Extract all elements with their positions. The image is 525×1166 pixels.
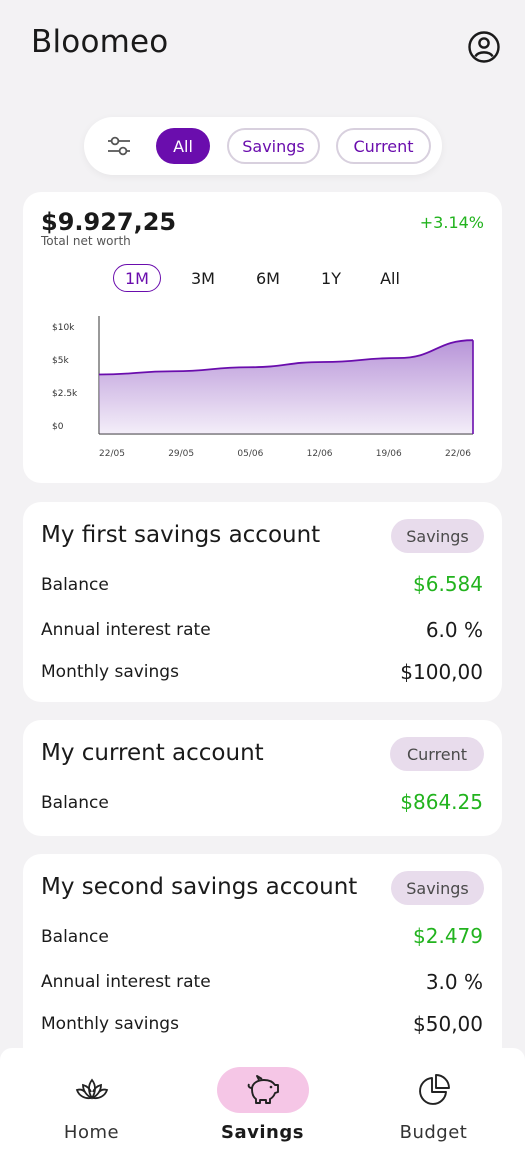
balance-value: $6.584 [413,572,483,596]
chart-x-tick-label: 22/05 [99,449,125,459]
piggy-bank-icon [247,1075,279,1104]
account-filter-bar: All Savings Current [84,117,442,175]
account-name: My second savings account [41,874,358,900]
interest-rate-label: Annual interest rate [41,972,211,992]
interest-rate-value: 3.0 % [425,970,483,994]
balance-label: Balance [41,793,109,813]
range-tab-3m[interactable]: 3M [183,264,223,292]
app-root: Bloomeo All Savings Current $9.927,25 To… [0,0,525,1166]
account-type-badge: Savings [391,519,484,553]
sliders-icon [108,136,130,156]
nav-label-budget: Budget [399,1122,468,1143]
net-worth-change: +3.14% [419,213,484,232]
account-type-badge: Savings [391,871,484,905]
pie-chart-icon [418,1074,450,1105]
net-worth-value: $9.927,25 [41,208,177,236]
range-tab-1m[interactable]: 1M [113,264,161,292]
monthly-savings-label: Monthly savings [41,662,179,682]
header: Bloomeo [0,0,525,92]
nav-icon-container [216,1067,309,1113]
lotus-icon [75,1078,108,1100]
range-tab-1y[interactable]: 1Y [313,264,349,292]
account-name: My current account [41,740,264,766]
chart-x-tick-label: 19/06 [376,449,402,459]
range-tab-6m[interactable]: 6M [248,264,288,292]
balance-value: $864.25 [400,790,483,814]
net-worth-chart: $0 $2.5k $5k $10k 22/05 29/05 05/06 12/06 19/06 2… [52,316,474,459]
chart-x-tick-label: 05/06 [237,449,263,459]
nav-item-budget[interactable]: Budget [346,1048,521,1166]
monthly-savings-value: $50,00 [413,1012,483,1036]
chart-y-tick-label: $0 [52,422,64,432]
user-icon [468,31,500,63]
monthly-savings-value: $100,00 [400,660,483,684]
chart-y-tick-label: $2.5k [52,389,78,399]
account-card-first-savings[interactable]: My first savings account Savings Balance… [23,502,502,702]
interest-rate-label: Annual interest rate [41,620,211,640]
time-range-tabs: 1M 3M 6M 1Y All [23,264,502,292]
filter-chip-current[interactable]: Current [336,128,431,164]
net-worth-label: Total net worth [41,234,131,248]
chart-x-tick-label: 22/06 [445,449,471,459]
nav-label-home: Home [63,1122,120,1143]
chart-x-tick-label: 12/06 [307,449,333,459]
nav-icon-container [46,1067,138,1113]
nav-item-savings[interactable]: Savings [175,1048,350,1166]
filter-chip-savings[interactable]: Savings [227,128,320,164]
balance-label: Balance [41,927,109,947]
chart-area-fill [99,340,473,434]
app-title: Bloomeo [31,24,169,60]
chart-x-tick-label: 29/05 [168,449,194,459]
filter-settings-button[interactable] [106,133,132,159]
filter-chip-all[interactable]: All [156,128,210,164]
chart-y-tick-label: $10k [52,323,75,333]
nav-icon-container [388,1067,480,1113]
nav-item-home[interactable]: Home [4,1048,179,1166]
monthly-savings-label: Monthly savings [41,1014,179,1034]
interest-rate-value: 6.0 % [425,618,483,642]
account-name: My first savings account [41,522,321,548]
net-worth-card: $9.927,25 Total net worth +3.14% 1M 3M 6… [23,192,502,483]
balance-value: $2.479 [413,924,483,948]
account-type-badge: Current [390,737,484,771]
range-tab-all[interactable]: All [372,264,408,292]
bottom-navigation: Home Savings Budget [0,1048,525,1166]
balance-label: Balance [41,575,109,595]
account-card-current[interactable]: My current account Current Balance $864.… [23,720,502,836]
chart-y-tick-label: $5k [52,356,69,366]
nav-label-savings: Savings [221,1122,304,1143]
profile-button[interactable] [467,30,501,64]
